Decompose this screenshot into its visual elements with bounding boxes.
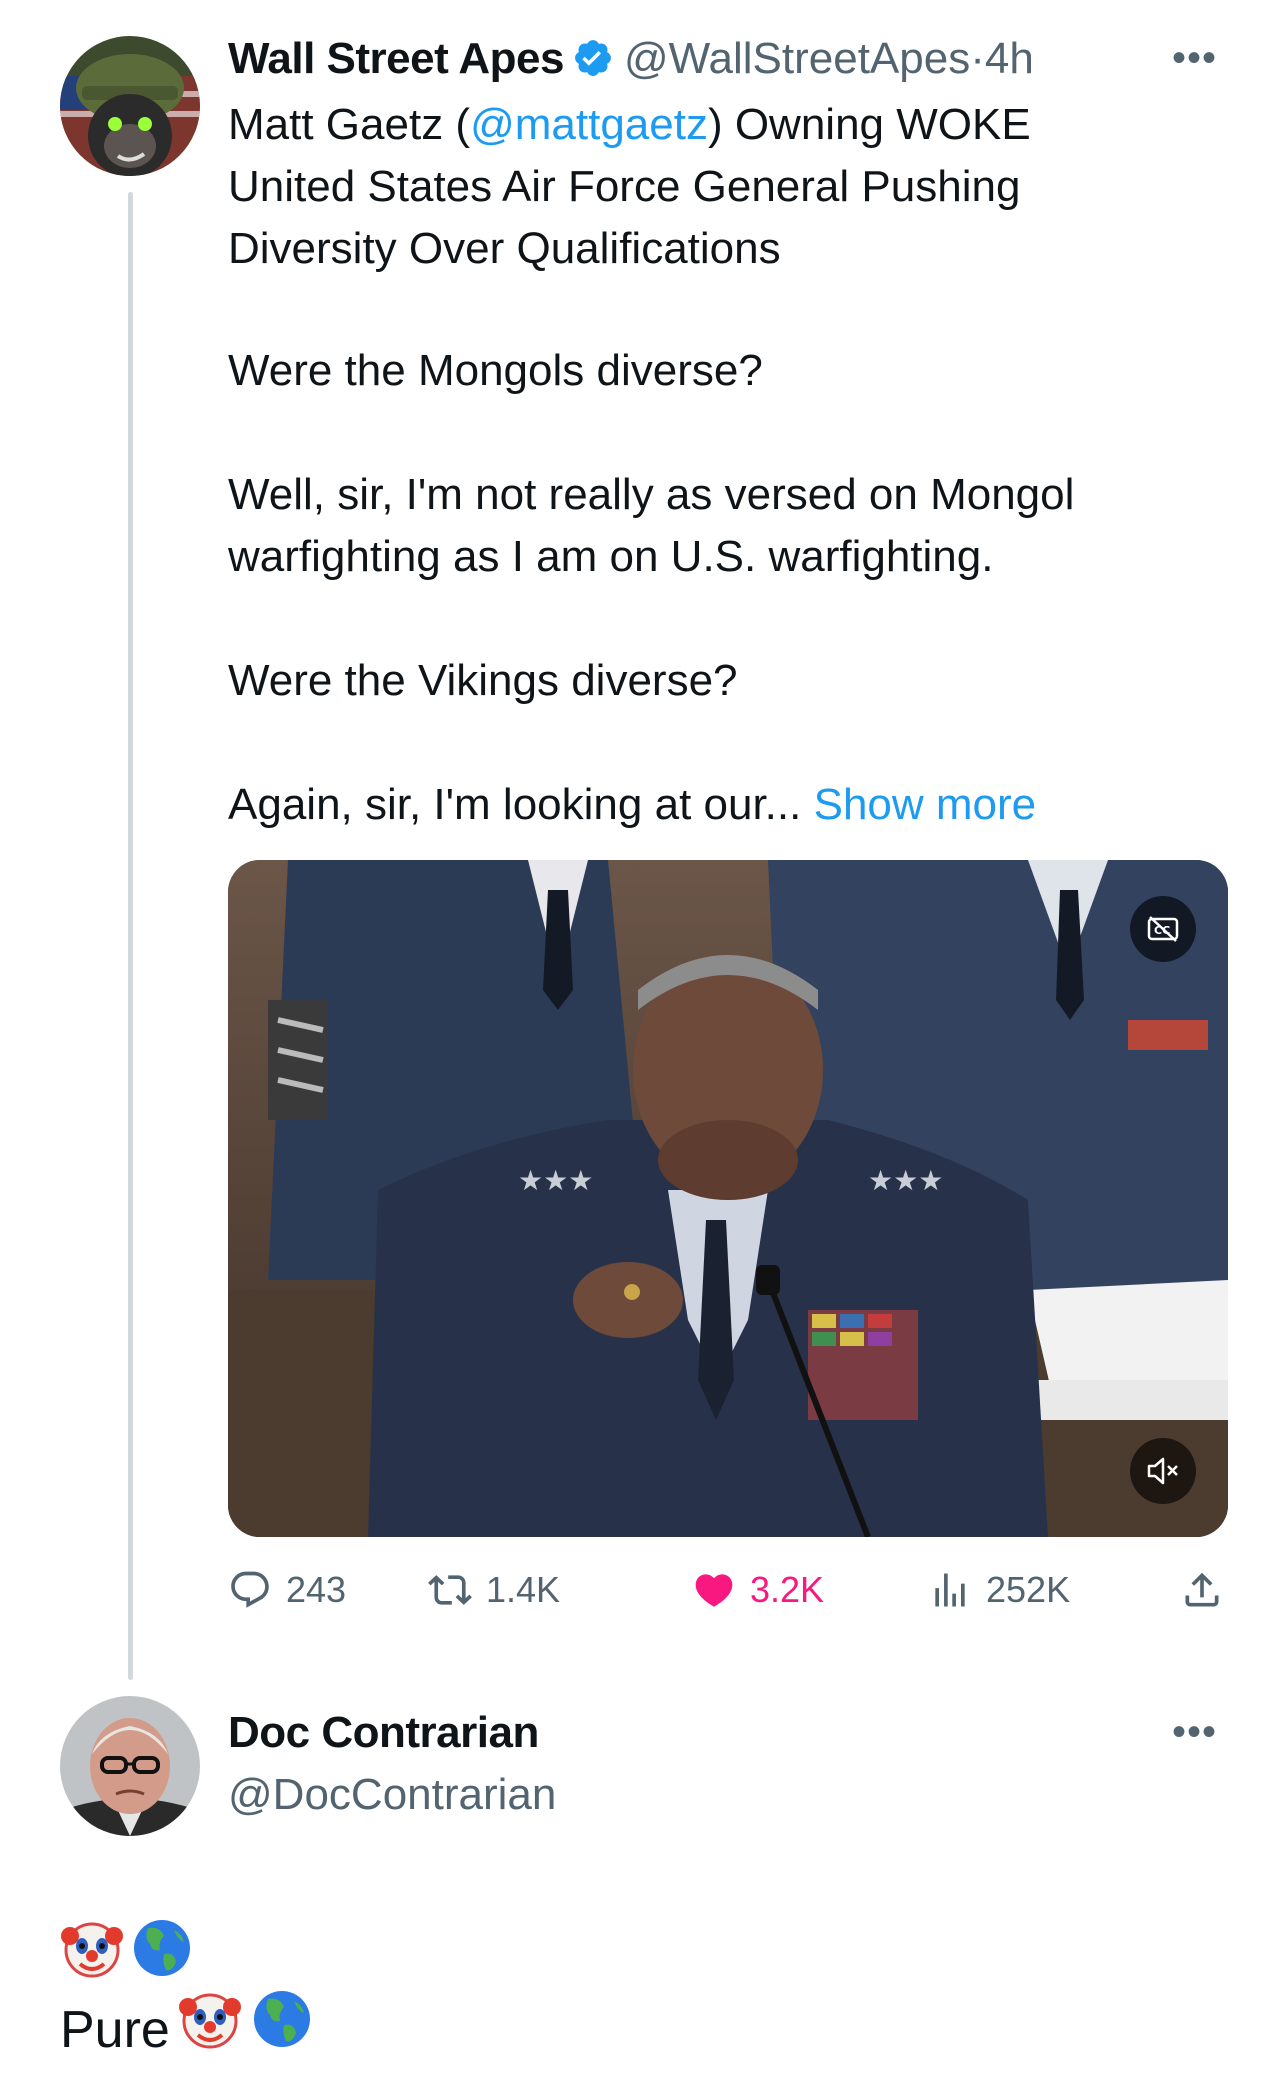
author-name[interactable]: Wall Street Apes [228, 34, 564, 83]
globe-americas-emoji [250, 1987, 314, 2074]
tweet-text-segment: Matt Gaetz ( [228, 100, 471, 149]
tweet-text-segment: warfighting as I am on U.S. warfighting. [228, 532, 994, 581]
repost-count: 1.4K [486, 1569, 561, 1610]
reply-text-word: Pure [60, 2001, 170, 2059]
tweet-action-bar: 243 1.4K 3.2K 252K [228, 1558, 1238, 1622]
show-more-link[interactable]: Show more [814, 780, 1037, 829]
tweet-text-segment: Diversity Over Qualifications [228, 224, 781, 273]
tweet-text-segment: Again, sir, I'm looking at our... [228, 780, 802, 829]
author-handle[interactable]: @WallStreetApes [624, 34, 970, 83]
like-button[interactable]: 3.2K [692, 1558, 824, 1622]
tweet-more-options-button[interactable]: ••• [1172, 38, 1217, 78]
reply-more-options-button[interactable]: ••• [1172, 1712, 1217, 1752]
author-avatar[interactable] [60, 36, 200, 176]
share-button[interactable] [1180, 1558, 1238, 1622]
repost-button[interactable]: 1.4K [428, 1558, 560, 1622]
reply-author-avatar[interactable] [60, 1696, 200, 1836]
tweet-video[interactable]: ★★★ ★★★ [228, 860, 1228, 1537]
closed-captions-off-icon[interactable]: CC [1130, 896, 1196, 962]
tweet-text-paragraph-4: Were the Vikings diverse? [228, 656, 738, 705]
reply-emoji-line [60, 1912, 194, 1988]
analytics-icon [935, 1573, 965, 1607]
heart-filled-icon [695, 1574, 733, 1607]
reply-button[interactable]: 243 [228, 1558, 346, 1622]
tweet-text-segment: Well, sir, I'm not really as versed on M… [228, 470, 1075, 519]
tweet-text-paragraph-1: Matt Gaetz (@mattgaetz) Owning WOKE Unit… [228, 94, 1238, 280]
tweet-text-paragraph-5: Again, sir, I'm looking at our... Show m… [228, 774, 1238, 836]
views-count: 252K [986, 1569, 1071, 1610]
reply-author-name[interactable]: Doc Contrarian [228, 1704, 539, 1762]
svg-text:★★★: ★★★ [868, 1164, 943, 1197]
reply-icon [231, 1571, 269, 1608]
svg-text:★★★: ★★★ [518, 1164, 593, 1197]
reply-author-handle[interactable]: @DocContrarian [228, 1766, 556, 1824]
tweet-text-segment: ) Owning WOKE [707, 100, 1031, 149]
mention-link[interactable]: @mattgaetz [470, 100, 708, 149]
reply-count: 243 [286, 1569, 347, 1610]
tweet-header: Wall Street Apes @WallStreetApes·4h [228, 30, 1034, 94]
clown-face-emoji [178, 1987, 242, 2074]
clown-face-emoji [60, 1916, 124, 1985]
video-frame-image: ★★★ ★★★ [228, 860, 1228, 1537]
reply-text: Pure [60, 1990, 314, 2070]
globe-americas-emoji [130, 1916, 194, 1985]
share-icon [1185, 1572, 1219, 1607]
verified-badge-icon[interactable] [572, 36, 614, 94]
tweet-text-segment: United States Air Force General Pushing [228, 162, 1021, 211]
muted-speaker-icon[interactable] [1130, 1438, 1196, 1504]
tweet-text-paragraph-3: Well, sir, I'm not really as versed on M… [228, 464, 1238, 588]
repost-icon [428, 1575, 472, 1605]
thread-connector-line [128, 192, 133, 1680]
header-separator: · [970, 34, 985, 83]
views-button[interactable]: 252K [928, 1558, 1070, 1622]
like-count: 3.2K [750, 1569, 825, 1610]
tweet-timestamp[interactable]: 4h [985, 34, 1034, 83]
tweet-text-paragraph-2: Were the Mongols diverse? [228, 346, 763, 395]
